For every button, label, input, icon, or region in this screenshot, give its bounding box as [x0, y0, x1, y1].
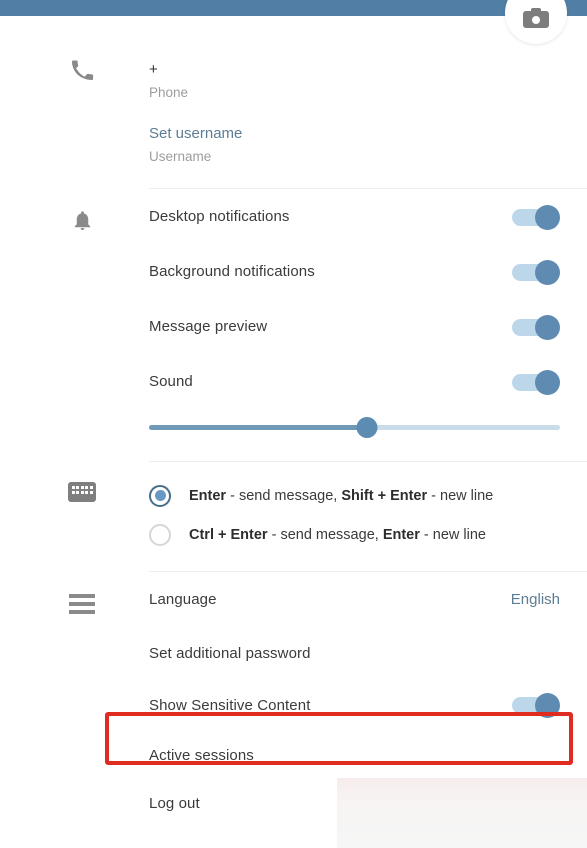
row-label: Set additional password — [149, 644, 311, 662]
row-label: Show Sensitive Content — [149, 696, 311, 714]
language-value[interactable]: English — [511, 591, 560, 608]
phone-caption: Phone — [149, 85, 189, 100]
show-sensitive-content-toggle[interactable] — [512, 693, 560, 718]
set-username-link[interactable]: Set username — [149, 124, 587, 144]
row-label: Message preview — [149, 318, 268, 335]
keyboard-icon — [62, 482, 102, 502]
row-background-notifications[interactable]: Background notifications — [149, 244, 560, 299]
row-label: Log out — [149, 794, 200, 812]
slider-knob[interactable] — [356, 417, 378, 438]
row-message-preview[interactable]: Message preview — [149, 299, 560, 354]
camera-icon — [523, 7, 549, 28]
background-notifications-toggle[interactable] — [512, 259, 560, 285]
row-active-sessions[interactable]: Active sessions — [149, 731, 560, 779]
desktop-notifications-toggle[interactable] — [512, 204, 560, 230]
hamburger-icon — [62, 594, 102, 614]
message-preview-toggle[interactable] — [512, 314, 560, 340]
row-label: Sound — [149, 373, 193, 390]
row-label: Language — [149, 591, 217, 608]
slider-fill — [149, 425, 367, 430]
row-desktop-notifications[interactable]: Desktop notifications — [149, 189, 560, 244]
notifications-section: Desktop notifications Background notific… — [0, 189, 587, 445]
bell-icon — [62, 209, 102, 232]
row-set-additional-password[interactable]: Set additional password — [149, 627, 560, 679]
radio-ctrl-enter[interactable] — [149, 523, 171, 546]
row-show-sensitive-content[interactable]: Show Sensitive Content — [149, 679, 560, 731]
phone-entry[interactable]: + Phone — [149, 60, 587, 103]
phone-value: + — [149, 61, 158, 78]
username-entry[interactable]: Set username Username — [149, 124, 587, 167]
sound-toggle[interactable] — [512, 369, 560, 395]
row-label: Background notifications — [149, 263, 315, 280]
radio-enter[interactable] — [149, 484, 171, 507]
row-language[interactable]: Language English — [149, 572, 560, 627]
username-caption: Username — [149, 149, 212, 164]
send-key-option-enter-label: Enter - send message, Shift + Enter - ne… — [189, 487, 494, 504]
row-label: Active sessions — [149, 746, 254, 764]
identity-section: + Phone Set username Username — [0, 16, 587, 167]
send-key-option-ctrl-enter-label: Ctrl + Enter - send message, Enter - new… — [189, 526, 486, 543]
notification-rows: Desktop notifications Background notific… — [149, 189, 560, 409]
send-key-option-enter[interactable]: Enter - send message, Shift + Enter - ne… — [149, 476, 587, 515]
phone-icon — [62, 58, 102, 82]
send-keys-section: Enter - send message, Shift + Enter - ne… — [0, 462, 587, 554]
settings-content: + Phone Set username Username Desktop no… — [0, 16, 587, 827]
send-key-option-ctrl-enter[interactable]: Ctrl + Enter - send message, Enter - new… — [149, 515, 587, 554]
background-overlay-panel — [337, 778, 587, 848]
row-sound[interactable]: Sound — [149, 354, 560, 409]
row-label: Desktop notifications — [149, 208, 290, 225]
notification-volume-slider[interactable] — [149, 409, 560, 445]
app-header-bar — [0, 0, 587, 16]
